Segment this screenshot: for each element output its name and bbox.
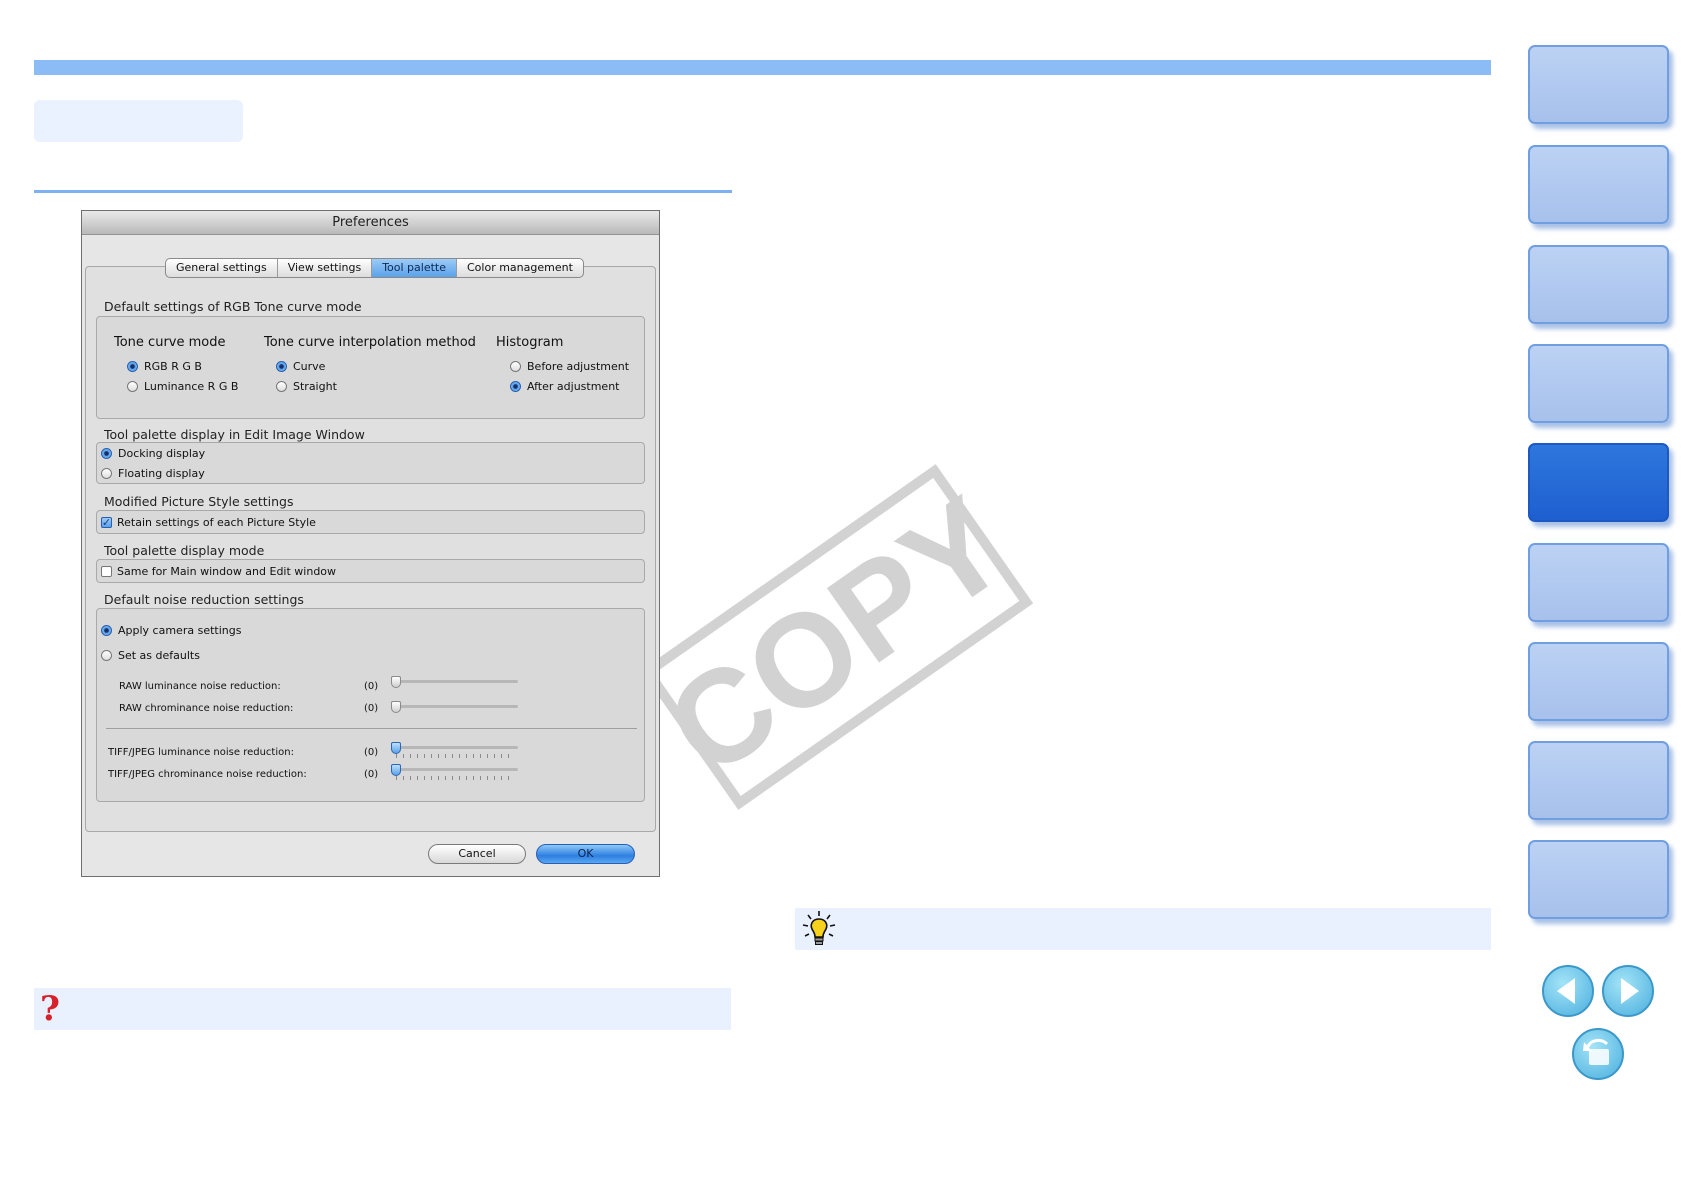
- arrow-left-icon: [1557, 978, 1575, 1004]
- tiff-luminance-slider[interactable]: [394, 746, 518, 749]
- tiff-luminance-knob[interactable]: [391, 742, 401, 754]
- radio-label: Set as defaults: [118, 649, 200, 662]
- tab-color-management[interactable]: Color management: [457, 259, 583, 277]
- cancel-button[interactable]: Cancel: [428, 844, 526, 864]
- radio-dot: [510, 361, 521, 372]
- interpolation-heading: Tone curve interpolation method: [264, 335, 476, 350]
- checkbox-same-main-edit[interactable]: Same for Main window and Edit window: [101, 565, 336, 578]
- radio-dot: [127, 381, 138, 392]
- radio-label: Apply camera settings: [118, 624, 242, 637]
- tab-bar: General settings View settings Tool pale…: [165, 258, 584, 278]
- ok-button[interactable]: OK: [536, 844, 635, 864]
- tiff-chrominance-value: (0): [364, 769, 379, 780]
- side-nav-tab-6[interactable]: [1528, 543, 1669, 622]
- radio-docking-display[interactable]: Docking display: [101, 447, 205, 460]
- raw-chrominance-value: (0): [364, 703, 379, 714]
- side-nav-tab-3[interactable]: [1528, 245, 1669, 324]
- checkbox-label: Retain settings of each Picture Style: [117, 516, 316, 529]
- previous-page-button[interactable]: [1542, 965, 1594, 1017]
- tip-box: [795, 908, 1491, 950]
- radio-dot: [276, 361, 287, 372]
- radio-label: Straight: [293, 380, 337, 393]
- radio-label: After adjustment: [527, 380, 620, 393]
- radio-straight[interactable]: Straight: [276, 380, 337, 393]
- tiff-luminance-label: TIFF/JPEG luminance noise reduction:: [108, 747, 294, 758]
- title-bar: Preferences: [82, 211, 659, 235]
- radio-label: RGB R G B: [144, 360, 202, 373]
- tiff-luminance-value: (0): [364, 747, 379, 758]
- side-nav-tab-2[interactable]: [1528, 145, 1669, 224]
- question-box: ?: [34, 988, 731, 1030]
- raw-chrominance-slider[interactable]: [394, 705, 518, 708]
- radio-label: Docking display: [118, 447, 206, 460]
- noise-divider: [106, 728, 637, 729]
- side-nav-tab-5-active[interactable]: [1528, 443, 1669, 522]
- tab-general-settings[interactable]: General settings: [166, 259, 278, 277]
- raw-luminance-label: RAW luminance noise reduction:: [119, 681, 281, 692]
- radio-dot: [101, 625, 112, 636]
- radio-before-adjustment[interactable]: Before adjustment: [510, 360, 629, 373]
- next-page-button[interactable]: [1602, 965, 1654, 1017]
- radio-dot: [510, 381, 521, 392]
- tiff-chrominance-knob[interactable]: [391, 764, 401, 776]
- radio-apply-camera-settings[interactable]: Apply camera settings: [101, 624, 241, 637]
- raw-luminance-slider[interactable]: [394, 680, 518, 683]
- section-title-pill: [34, 100, 243, 142]
- radio-label: Before adjustment: [527, 360, 630, 373]
- radio-floating-display[interactable]: Floating display: [101, 467, 205, 480]
- checkbox-label: Same for Main window and Edit window: [117, 565, 337, 578]
- checkbox-box: [101, 566, 112, 577]
- radio-curve[interactable]: Curve: [276, 360, 325, 373]
- radio-rgb-rgb[interactable]: RGB R G B: [127, 360, 202, 373]
- side-nav-tab-4[interactable]: [1528, 344, 1669, 423]
- side-nav-tab-9[interactable]: [1528, 840, 1669, 919]
- radio-dot: [101, 650, 112, 661]
- copy-watermark: COPY: [640, 464, 1034, 810]
- radio-label: Curve: [293, 360, 326, 373]
- radio-after-adjustment[interactable]: After adjustment: [510, 380, 619, 393]
- side-nav-tab-1[interactable]: [1528, 45, 1669, 124]
- radio-luminance-rgb[interactable]: Luminance R G B: [127, 380, 238, 393]
- radio-dot: [127, 361, 138, 372]
- display-mode-section-label: Tool palette display mode: [104, 543, 265, 558]
- return-button[interactable]: [1572, 1028, 1624, 1080]
- checkbox-retain-picture-style[interactable]: ✓ Retain settings of each Picture Style: [101, 516, 316, 529]
- radio-label: Floating display: [118, 467, 205, 480]
- section-rule: [34, 190, 732, 193]
- radio-set-as-defaults[interactable]: Set as defaults: [101, 649, 200, 662]
- raw-chrominance-knob[interactable]: [391, 701, 401, 713]
- checkmark-icon: ✓: [101, 516, 112, 529]
- tone-curve-mode-heading: Tone curve mode: [114, 335, 226, 350]
- side-nav-tab-7[interactable]: [1528, 642, 1669, 721]
- raw-chrominance-label: RAW chrominance noise reduction:: [119, 703, 294, 714]
- radio-dot: [276, 381, 287, 392]
- raw-luminance-knob[interactable]: [391, 676, 401, 688]
- window-title: Preferences: [332, 215, 409, 230]
- tiff-chrominance-slider[interactable]: [394, 768, 518, 771]
- arrow-right-icon: [1621, 978, 1639, 1004]
- noise-section-label: Default noise reduction settings: [104, 592, 304, 607]
- histogram-heading: Histogram: [496, 335, 564, 350]
- raw-luminance-value: (0): [364, 681, 379, 692]
- tab-tool-palette[interactable]: Tool palette: [372, 259, 457, 277]
- tiff-chrominance-label: TIFF/JPEG chrominance noise reduction:: [108, 769, 307, 780]
- header-band: [34, 60, 1491, 75]
- radio-dot: [101, 468, 112, 479]
- return-arrow-icon: [1583, 1038, 1609, 1065]
- question-icon: ?: [40, 989, 60, 1029]
- picture-style-section-label: Modified Picture Style settings: [104, 494, 294, 509]
- tab-view-settings[interactable]: View settings: [278, 259, 373, 277]
- radio-label: Luminance R G B: [144, 380, 239, 393]
- tiff-chrominance-ticks: [396, 776, 514, 780]
- palette-display-section-label: Tool palette display in Edit Image Windo…: [104, 427, 365, 442]
- rgb-tone-curve-section-label: Default settings of RGB Tone curve mode: [104, 299, 362, 314]
- side-nav-tab-8[interactable]: [1528, 741, 1669, 820]
- radio-dot: [101, 448, 112, 459]
- lightbulb-icon: [802, 911, 836, 945]
- tiff-luminance-ticks: [396, 754, 514, 758]
- watermark-text: COPY: [641, 469, 1033, 805]
- preferences-window: Preferences General settings View settin…: [81, 210, 660, 877]
